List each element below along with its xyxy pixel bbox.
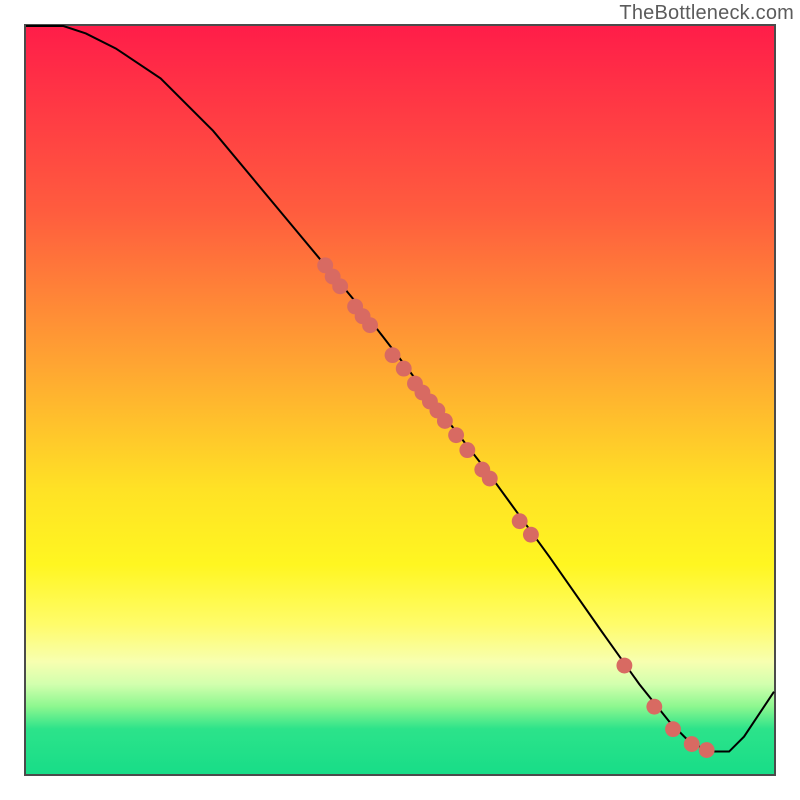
chart-container: TheBottleneck.com	[0, 0, 800, 800]
data-marker	[362, 317, 378, 333]
data-marker	[512, 513, 528, 529]
chart-svg	[26, 26, 774, 774]
watermark-text: TheBottleneck.com	[619, 2, 794, 25]
data-marker	[385, 347, 401, 363]
data-marker	[482, 471, 498, 487]
data-marker	[459, 442, 475, 458]
data-marker	[437, 413, 453, 429]
marker-cluster	[317, 257, 714, 758]
data-marker	[448, 427, 464, 443]
data-marker	[396, 361, 412, 377]
data-marker	[332, 278, 348, 294]
data-marker	[616, 658, 632, 674]
data-marker	[646, 699, 662, 715]
plot-area	[24, 24, 776, 776]
curve-line	[26, 26, 774, 752]
data-marker	[523, 527, 539, 543]
data-marker	[699, 742, 715, 758]
data-marker	[684, 736, 700, 752]
data-marker	[665, 721, 681, 737]
